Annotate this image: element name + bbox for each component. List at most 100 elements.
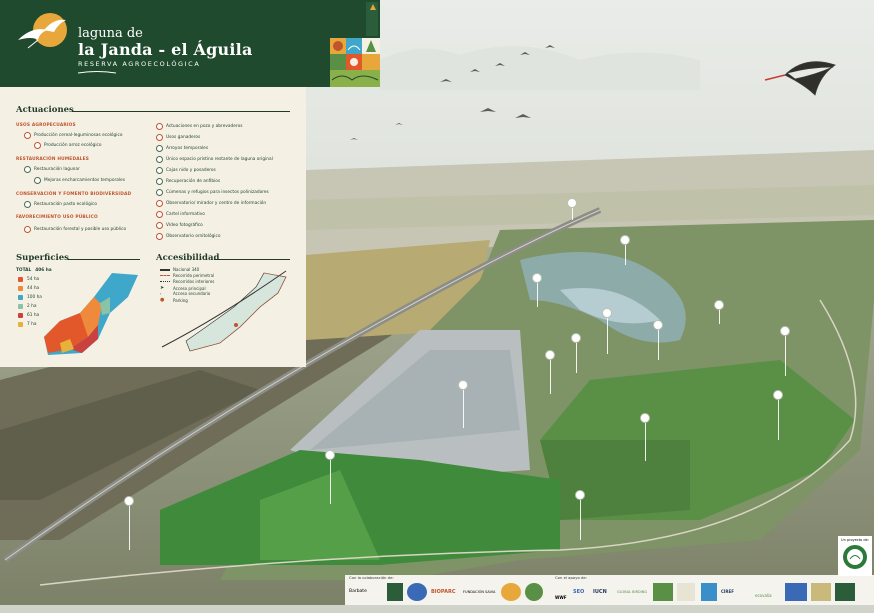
cattle-icon: [156, 134, 163, 141]
legend-item: Usos ganaderos: [156, 134, 200, 141]
legend-item: Actuaciones en pozo y abrevaderos: [156, 123, 242, 130]
pattern-tiles: [330, 0, 380, 87]
legend-item: Restauración lagunar: [24, 166, 80, 173]
logo-badge-icon: [677, 583, 695, 601]
legend-item: Cajas nido y posaderos: [156, 167, 216, 174]
category-label: RESTAURACIÓN HUMEDALES: [16, 157, 90, 162]
logo-wwf: WWF: [555, 595, 567, 600]
superficie-row: 100 ha: [18, 295, 42, 300]
map-marker[interactable]: [780, 326, 790, 376]
legend-item: Arroyos temporales: [156, 145, 208, 152]
legend-item: Producción arroz ecológico: [34, 142, 102, 149]
logo-bioparc: BIOPARC: [431, 589, 456, 595]
grass-icon: [34, 177, 41, 184]
info-icon: [156, 211, 163, 218]
lagoon-icon: [156, 156, 163, 163]
superficie-row: 54 ha: [18, 277, 39, 282]
well-icon: [156, 123, 163, 130]
superficie-row: 2 ha: [18, 304, 36, 309]
section-title-accesibilidad: Accesibilidad: [156, 253, 220, 263]
section-title-actuaciones: Actuaciones: [16, 105, 74, 115]
logo-badge-icon: [785, 583, 807, 601]
map-marker[interactable]: [640, 413, 650, 461]
divider: [72, 111, 290, 112]
legend-item: Recuperación de anfibios: [156, 178, 220, 185]
superficie-row: 7 ha: [18, 322, 36, 327]
superficie-row: 61 ha: [18, 313, 39, 318]
header-banner: laguna de la Janda - el Águila RESERVA A…: [0, 0, 362, 87]
map-marker[interactable]: [545, 350, 555, 394]
title-line1: laguna de: [78, 26, 143, 41]
logo-ciref: CIREF: [721, 589, 734, 594]
logo-badge-icon: [835, 583, 855, 601]
map-marker[interactable]: [575, 490, 585, 540]
legend-item: Observatorio ornitológico: [156, 233, 221, 240]
title-line2: la Janda - el Águila: [78, 40, 253, 59]
category-label: FAVORECIMIENTO USO PÚBLICO: [16, 215, 98, 220]
logo-circle-icon: [501, 583, 521, 601]
logo-iucn: IUCN: [593, 589, 607, 595]
logo-global-birding: GLOBAL BIRDING: [617, 590, 648, 594]
legend-item: Cúmenas y refugios para insectos poliniz…: [156, 189, 269, 196]
map-marker[interactable]: [532, 273, 542, 307]
pasture-icon: [24, 201, 31, 208]
superficie-row: 44 ha: [18, 286, 39, 291]
camera-icon: [156, 222, 163, 229]
logo-ecovalia: ecovalia: [755, 593, 772, 598]
map-marker[interactable]: [325, 450, 335, 504]
section-title-superficies: Superficies: [16, 253, 69, 263]
pasture-icon: [18, 313, 23, 318]
legend-item: Mejoras encharcamientos temporales: [34, 177, 125, 184]
insect-icon: [156, 189, 163, 196]
map-marker[interactable]: [124, 496, 134, 550]
tree-icon: [18, 322, 23, 327]
label-apoyo: Con el apoyo de:: [555, 575, 588, 580]
divider: [68, 259, 140, 260]
grass-icon: [18, 304, 23, 309]
rice-icon: [34, 142, 41, 149]
logo-badge-icon: [701, 583, 717, 601]
map-marker[interactable]: [714, 300, 724, 324]
legend-item: Restauración pasto ecológico: [24, 201, 97, 208]
category-label: USOS AGROPECUARIOS: [16, 123, 76, 128]
amphibian-icon: [156, 178, 163, 185]
map-marker[interactable]: [602, 308, 612, 354]
legend-item: Cartel informativo: [156, 211, 205, 218]
map-marker[interactable]: [773, 390, 783, 440]
divider: [214, 259, 290, 260]
stork-logo-icon: [18, 13, 67, 49]
observatory-icon: [156, 200, 163, 207]
legend-panel: Actuaciones USOS AGROPECUARIOS Producció…: [0, 87, 306, 367]
legend-item: Vídeo fotográfico: [156, 222, 203, 229]
nestbox-icon: [156, 167, 163, 174]
map-marker[interactable]: [653, 320, 663, 360]
logo-circle-icon: [407, 583, 427, 601]
lagoon-icon: [18, 295, 23, 300]
seal-icon: [843, 545, 867, 569]
logo-badge-icon: [387, 583, 403, 601]
logo-badge-icon: [811, 583, 831, 601]
category-label: CONSERVACIÓN Y FOMENTO BIODIVERSIDAD: [16, 192, 132, 197]
lagoon-icon: [24, 166, 31, 173]
rice-icon: [18, 286, 23, 291]
project-seal: Un proyecto de:: [838, 536, 872, 576]
logo-badge-icon: [653, 583, 673, 601]
logo-circle-icon: [525, 583, 543, 601]
legend-item: Producción cereal-leguminosas ecológico: [24, 132, 122, 139]
stream-icon: [156, 145, 163, 152]
map-marker[interactable]: [458, 380, 468, 428]
legend-item: Observatorio/ mirador y centro de inform…: [156, 200, 266, 207]
subtitle: RESERVA AGROECOLÓGICA: [78, 60, 201, 68]
wheat-icon: [18, 277, 23, 282]
legend-item: Restauración forestal y posible uso públ…: [24, 226, 126, 233]
map-marker[interactable]: [620, 235, 630, 265]
label-colaboracion: Con la colaboración de:: [349, 575, 394, 580]
logo-barbate: Barbate: [349, 589, 367, 594]
tree-icon: [24, 226, 31, 233]
superficies-map: [44, 273, 138, 355]
map-marker[interactable]: [567, 198, 577, 220]
wheat-icon: [24, 132, 31, 139]
sponsor-footer: Con la colaboración de: Con el apoyo de:…: [345, 575, 874, 605]
logo-seo: SEO: [573, 589, 585, 595]
map-marker[interactable]: [571, 333, 581, 373]
